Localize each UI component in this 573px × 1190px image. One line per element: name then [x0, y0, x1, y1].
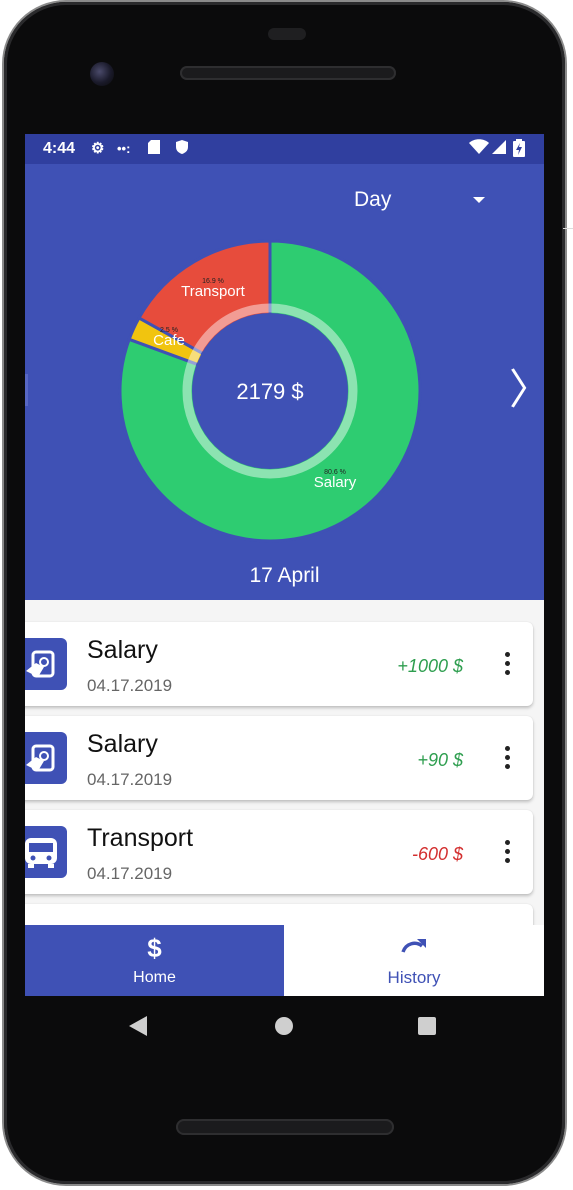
transaction-card[interactable]: Salary 04.17.2019 +1000 $ — [25, 622, 533, 706]
transaction-date: 04.17.2019 — [87, 770, 173, 789]
chart-total: 2179 $ — [236, 379, 303, 404]
frame-edge — [563, 228, 573, 229]
transaction-title: Salary — [87, 636, 158, 664]
transaction-date: 04.17.2019 — [87, 676, 173, 695]
shield-icon — [175, 139, 189, 161]
nav-home[interactable]: $ Home — [25, 925, 284, 996]
transaction-amount: -600 $ — [411, 844, 463, 864]
transaction-amount: +1000 $ — [397, 656, 463, 676]
slice-label-salary: Salary — [314, 474, 357, 491]
more-options-icon[interactable] — [505, 746, 511, 770]
transaction-card[interactable]: Salary 04.17.2019 +90 $ — [25, 716, 533, 800]
bottom-speaker — [176, 1119, 394, 1135]
battery-icon — [513, 139, 525, 163]
nav-history[interactable]: History — [284, 925, 544, 996]
status-bar: 4:44 ⚙ ••: — [25, 134, 544, 164]
nav-history-label: History — [387, 968, 441, 987]
top-speaker — [180, 66, 396, 80]
salary-icon — [25, 638, 67, 690]
signal-dots-icon: ••: — [117, 141, 131, 156]
slice-label-transport: Transport — [181, 283, 245, 300]
bus-icon — [25, 826, 67, 878]
sd-card-icon — [147, 139, 161, 161]
recent-apps-icon[interactable] — [418, 1017, 436, 1035]
transaction-amount: +90 $ — [417, 750, 463, 770]
more-options-icon[interactable] — [505, 652, 511, 676]
status-time: 4:44 — [43, 140, 76, 157]
dollar-icon: $ — [147, 933, 162, 963]
salary-icon — [25, 732, 67, 784]
transaction-date: 04.17.2019 — [87, 864, 173, 883]
redo-icon — [401, 939, 426, 953]
transaction-card-partial[interactable] — [25, 904, 533, 925]
system-navigation — [25, 996, 544, 1056]
transaction-title: Transport — [87, 824, 194, 852]
category-donut-chart: 2179 $ 80.6 %Salary2.5 %Cafe16.9 %Transp… — [118, 239, 422, 543]
nav-home-label: Home — [133, 969, 176, 986]
transaction-list: Salary 04.17.2019 +1000 $ Salary 04.17.2… — [25, 600, 544, 925]
front-camera — [90, 62, 114, 86]
bottom-navigation: $ Home History — [25, 925, 544, 996]
more-options-icon[interactable] — [505, 840, 511, 864]
summary-header: Day 〉 2179 $ 80.6 %Salary2.5 %Cafe16.9 %… — [25, 164, 544, 600]
back-icon[interactable] — [129, 1016, 147, 1036]
transaction-title: Salary — [87, 730, 158, 758]
cell-signal-icon — [491, 139, 507, 161]
settings-icon: ⚙ — [91, 140, 105, 157]
current-date: 17 April — [249, 564, 320, 587]
app-screen: 4:44 ⚙ ••: Day 〉 2179 $ 80.6 %Salary2.5 — [25, 134, 544, 996]
wifi-icon — [469, 139, 489, 161]
earpiece — [268, 28, 306, 40]
transaction-card[interactable]: Transport 04.17.2019 -600 $ — [25, 810, 533, 894]
slice-label-cafe: Cafe — [153, 332, 185, 349]
home-icon[interactable] — [275, 1017, 293, 1035]
